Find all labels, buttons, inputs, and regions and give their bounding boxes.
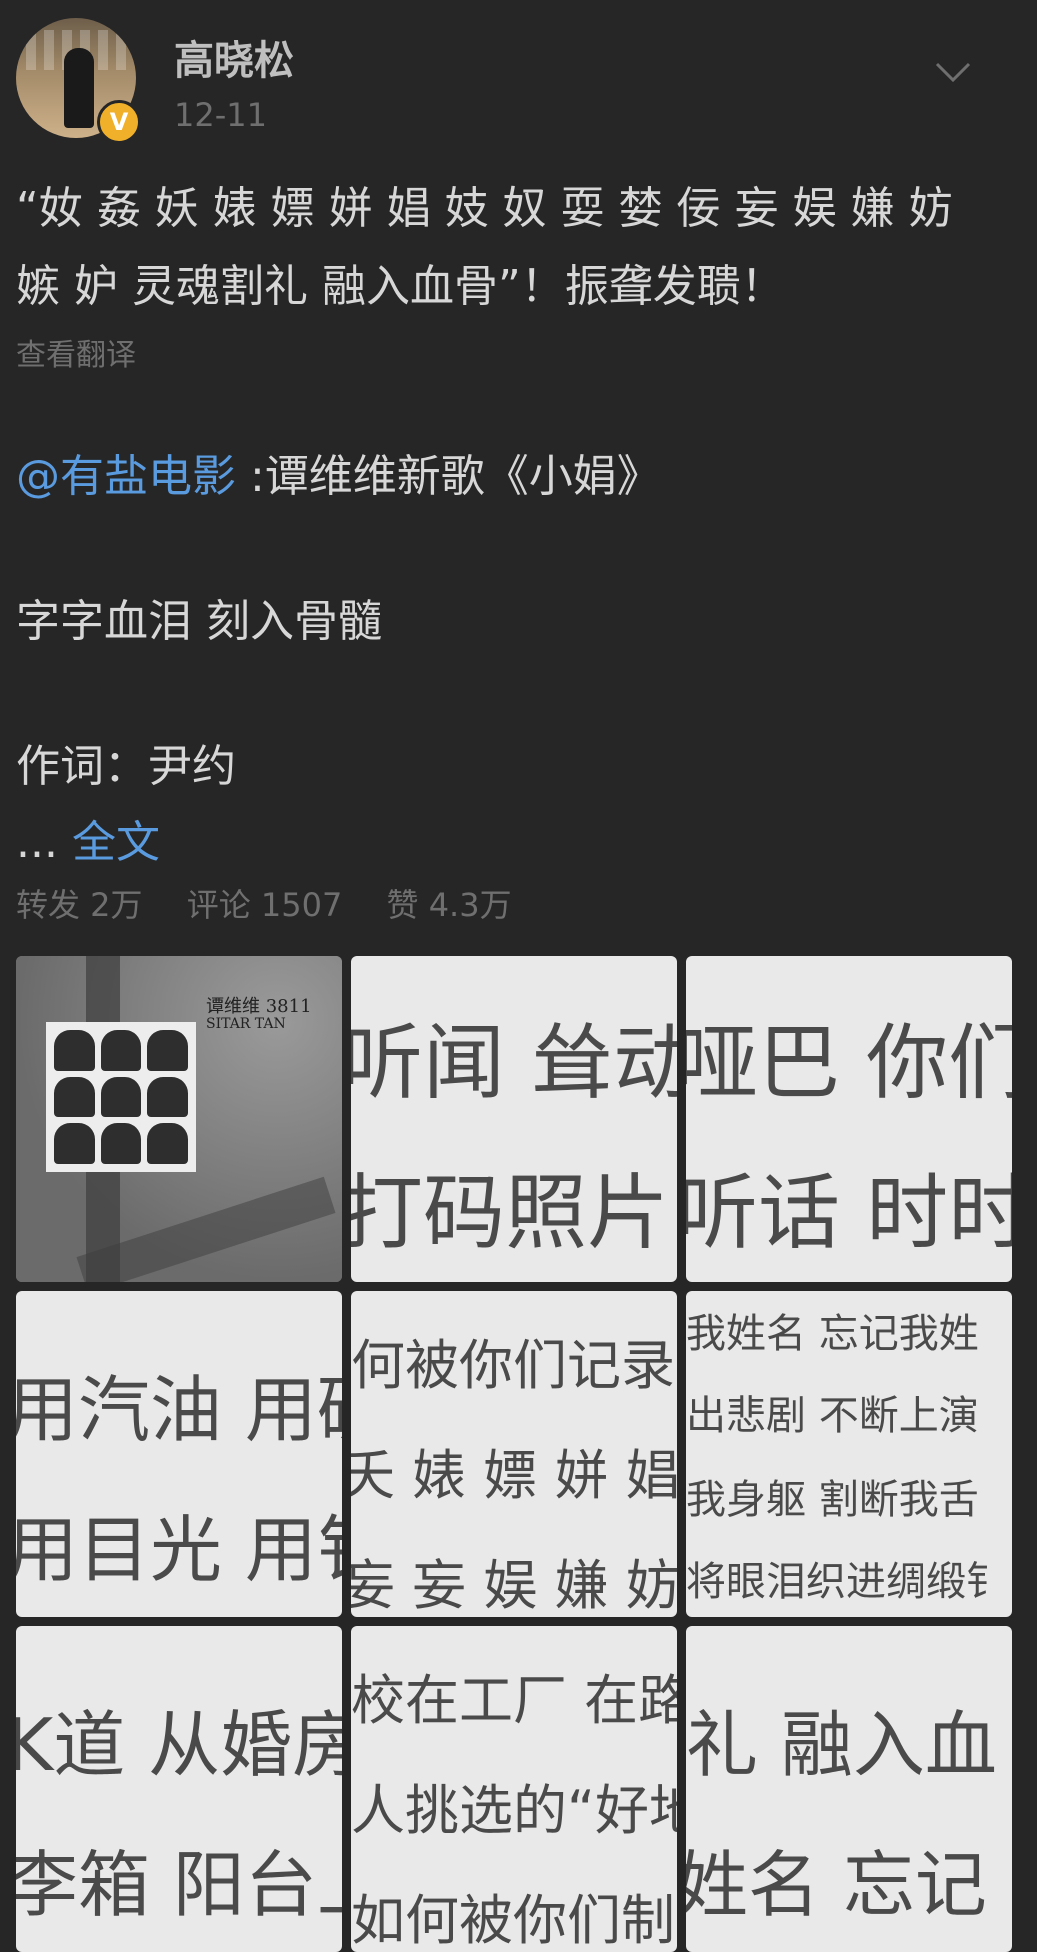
post-text-line-1: “奻 姦 妖 婊 嫖 姘 娼 妓 奴 耍 婪 佞 妄 娱 嫌 妨 xyxy=(16,183,953,234)
repost-count[interactable]: 转发 2万 xyxy=(16,886,143,924)
lyric-text: 李箱 阳台上 xyxy=(16,1843,342,1927)
lyric-text: 用汽油 用硫 xyxy=(16,1368,342,1452)
image-lyric-3[interactable]: 哑巴 你们 听话 时时 xyxy=(686,956,1012,1282)
translate-link[interactable]: 查看翻译 xyxy=(16,330,136,374)
cover-portrait-grid xyxy=(46,1022,196,1172)
image-lyric-7[interactable]: K道 从婚房 李箱 阳台上 xyxy=(16,1626,342,1952)
lyric-text: 校在工厂 在路 xyxy=(351,1669,677,1732)
image-lyric-9[interactable]: 礼 融入血 姓名 忘记 xyxy=(686,1626,1012,1952)
image-lyric-2[interactable]: 听闻 耸动 打码照片 xyxy=(351,956,677,1282)
lyric-text: K道 从婚房 xyxy=(16,1703,342,1787)
more-line: ... 全文 xyxy=(16,806,160,870)
lyric-text: 姓名 忘记 xyxy=(686,1843,987,1927)
ellipsis: ... xyxy=(16,817,58,868)
blood-tears-line: 字字血泪 刻入骨髓 xyxy=(16,596,382,647)
lyric-text: 用目光 用钅 xyxy=(16,1508,342,1592)
cover-subtitle: SITAR TAN xyxy=(206,1016,286,1032)
image-lyric-6[interactable]: 我姓名 忘记我姓 出悲剧 不断上演 我身躯 割断我舌 将眼泪织进绸缎钅 xyxy=(686,1291,1012,1617)
verified-badge-icon: V xyxy=(97,100,141,144)
post-text: “奻 姦 妖 婊 嫖 姘 娼 妓 奴 耍 婪 佞 妄 娱 嫌 妨 嫉 妒 灵魂割… xyxy=(16,170,1016,326)
lyric-text: 将眼泪织进绸缎钅 xyxy=(686,1559,1006,1605)
like-count[interactable]: 赞 4.3万 xyxy=(387,886,512,924)
chevron-down-icon[interactable] xyxy=(935,60,971,84)
mention-link[interactable]: @有盐电影 xyxy=(16,451,236,502)
stats-bar: 转发 2万 评论 1507 赞 4.3万 xyxy=(16,880,546,926)
lyric-text: 妄 妄 娱 嫌 妨 xyxy=(351,1554,677,1617)
cover-title: 谭维维 3811 xyxy=(206,996,312,1017)
lyric-text: 人挑选的“好地 xyxy=(351,1779,677,1842)
image-lyric-8[interactable]: 校在工厂 在路 人挑选的“好地 如何被你们制 xyxy=(351,1626,677,1952)
username[interactable]: 高晓松 xyxy=(174,28,294,86)
lyric-text: 打码照片 xyxy=(351,1166,670,1261)
avatar-figure xyxy=(64,48,94,128)
lyric-text: 如何被你们制 xyxy=(351,1889,675,1952)
lyric-text: 出悲剧 不断上演 xyxy=(686,1393,979,1439)
lyric-text: 哑巴 你们 xyxy=(686,1016,1012,1111)
image-album-cover[interactable]: 谭维维 3811 SITAR TAN xyxy=(16,956,342,1282)
full-text-link[interactable]: 全文 xyxy=(72,817,160,868)
lyricist-line: 作词：尹约 xyxy=(16,741,236,792)
repost-source-text: :谭维维新歌《小娟》 xyxy=(236,451,661,502)
lyric-text: 礼 融入血 xyxy=(686,1703,997,1787)
post-header: V 高晓松 12-11 xyxy=(0,0,1037,150)
image-lyric-4[interactable]: 用汽油 用硫 用目光 用钅 xyxy=(16,1291,342,1617)
lyric-text: 何被你们记录 xyxy=(351,1334,675,1397)
lyric-text: 听闻 耸动 xyxy=(351,1016,677,1111)
image-lyric-5[interactable]: 何被你们记录 夭 婊 嫖 姘 娼 妄 妄 娱 嫌 妨 xyxy=(351,1291,677,1617)
lyric-text: 我姓名 忘记我姓 xyxy=(686,1311,979,1357)
post-date: 12-11 xyxy=(174,96,267,134)
lyric-text: 我身躯 割断我舌 xyxy=(686,1477,979,1523)
comment-count[interactable]: 评论 1507 xyxy=(187,886,343,924)
repost-source-line: @有盐电影 :谭维维新歌《小娟》 xyxy=(16,440,661,504)
lyric-text: 听话 时时 xyxy=(686,1166,1012,1261)
lyric-text: 夭 婊 嫖 姘 娼 xyxy=(351,1444,677,1507)
post-text-line-2: 嫉 妒 灵魂割礼 融入血骨”！振聋发聩！ xyxy=(16,261,785,312)
